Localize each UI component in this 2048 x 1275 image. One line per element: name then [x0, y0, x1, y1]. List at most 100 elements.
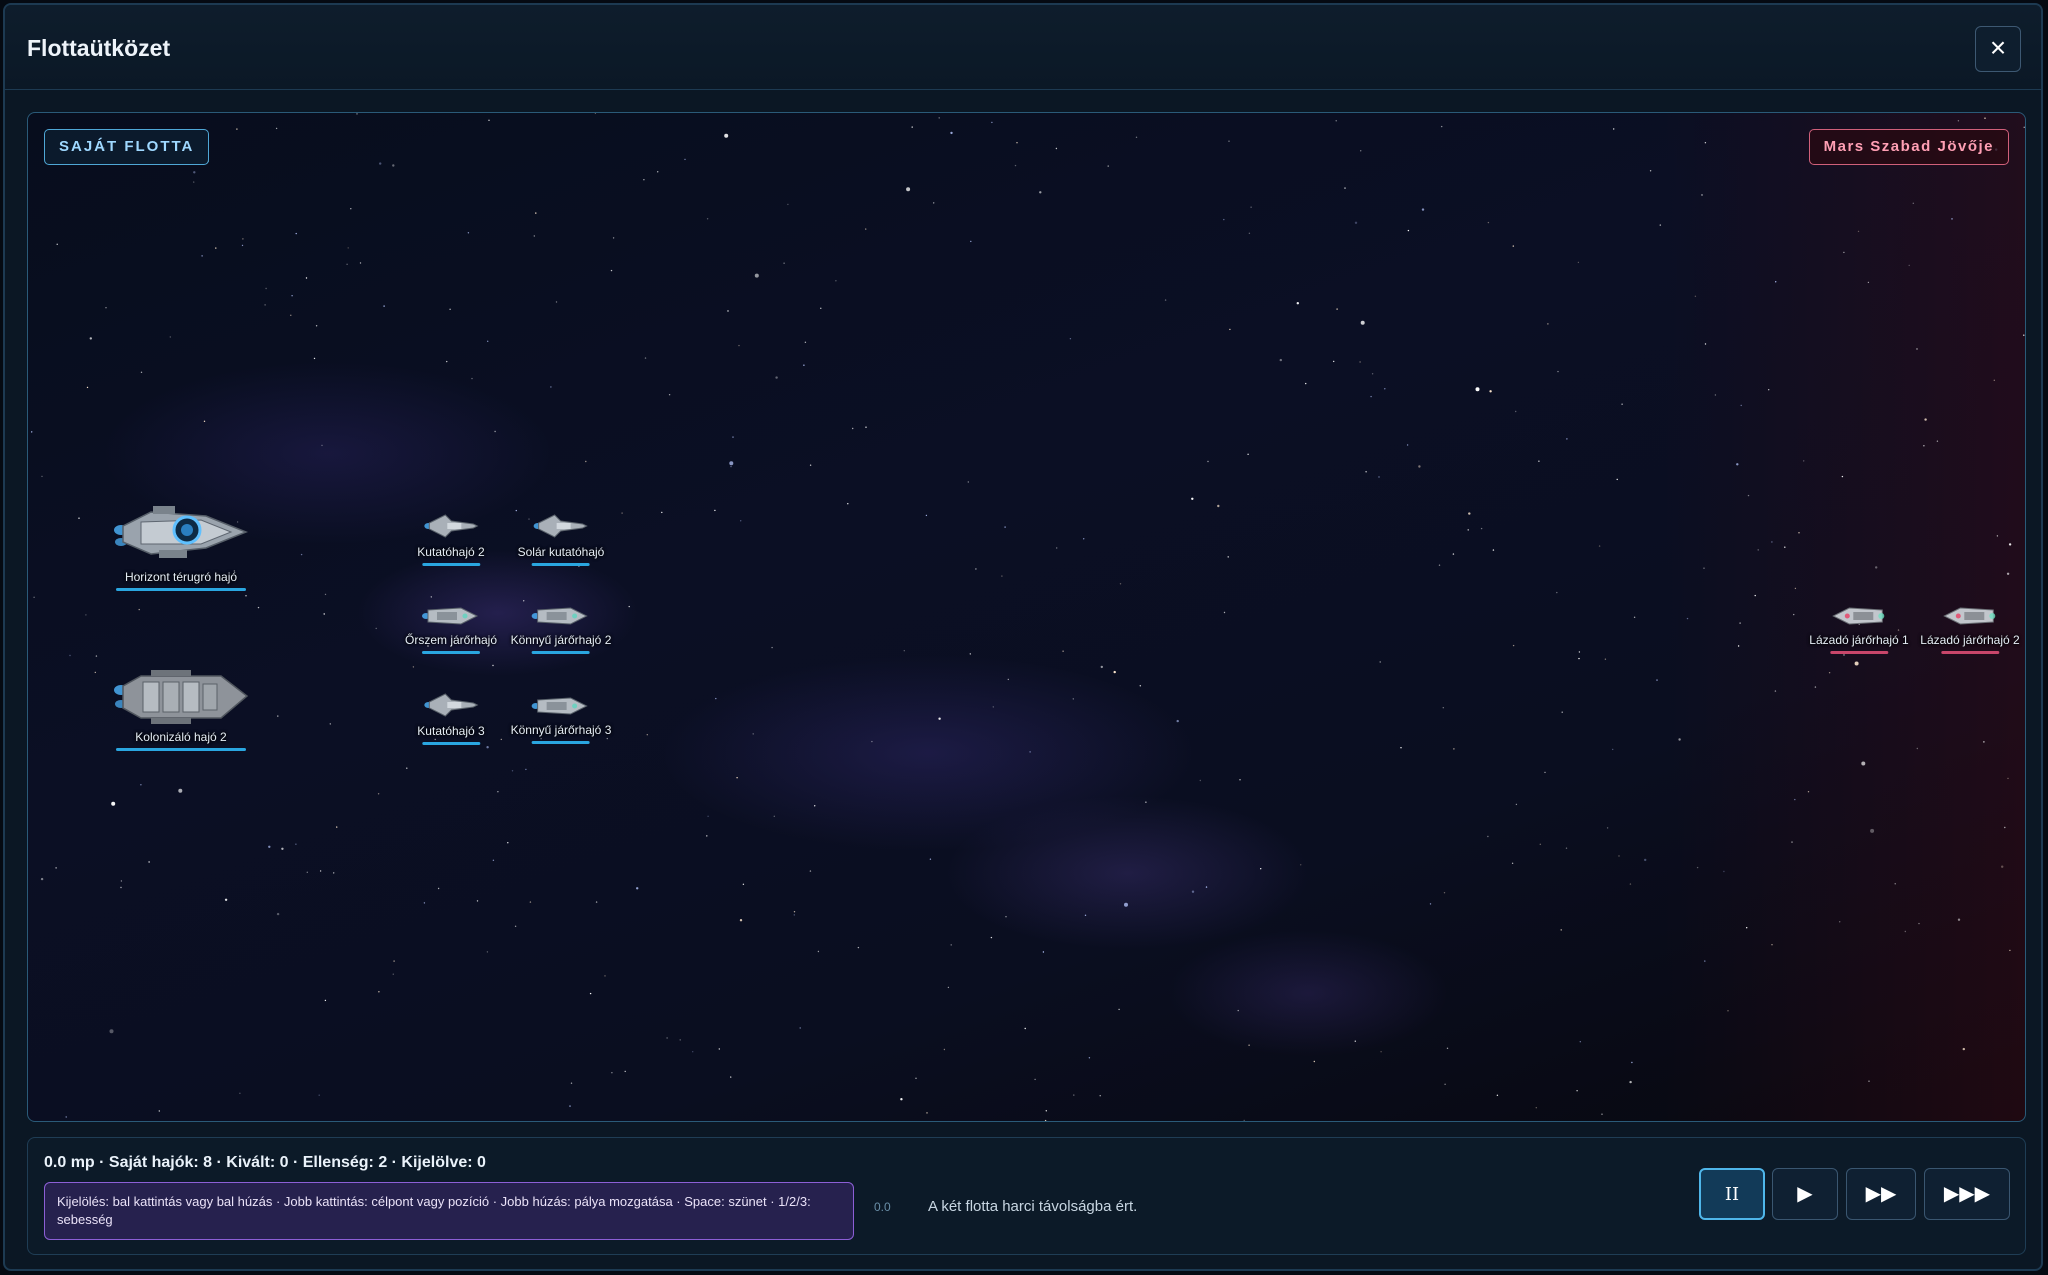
- ship-label: Horizont térugró hajó: [124, 570, 238, 584]
- star: [511, 770, 514, 772]
- starfield: [31, 113, 2025, 1121]
- star: [321, 444, 323, 447]
- star: [85, 614, 87, 616]
- star: [437, 887, 440, 890]
- star: [666, 1037, 668, 1039]
- star: [1441, 125, 1443, 128]
- star: [40, 877, 44, 881]
- ship-konnyu-jarorhajo-2[interactable]: Könnyű járőrhajó 2: [511, 601, 611, 654]
- star: [1480, 527, 1483, 530]
- star: [1993, 379, 1996, 381]
- fast-forward-button[interactable]: ▶▶: [1846, 1168, 1916, 1220]
- hp-bar: [116, 748, 246, 751]
- star: [900, 1098, 903, 1101]
- star: [1601, 1113, 1603, 1115]
- star: [1984, 117, 1986, 119]
- star: [378, 991, 380, 993]
- star: [1083, 538, 1085, 540]
- star: [925, 514, 928, 517]
- star: [624, 1070, 626, 1073]
- play-button[interactable]: ▶: [1772, 1168, 1838, 1220]
- ship-kolonizalo[interactable]: Kolonizáló hajó 2: [111, 666, 251, 751]
- star: [820, 307, 822, 309]
- star: [1737, 645, 1740, 647]
- star: [1686, 617, 1689, 620]
- star: [1843, 251, 1845, 254]
- star: [1406, 444, 1409, 446]
- star: [644, 357, 647, 359]
- star: [736, 777, 738, 779]
- scout-icon: [423, 514, 479, 538]
- ship-label: Solár kutatóhajó: [517, 545, 605, 559]
- star: [1475, 387, 1480, 392]
- star: [535, 212, 537, 214]
- star: [595, 901, 598, 903]
- star: [1794, 798, 1796, 801]
- star: [724, 133, 729, 138]
- ship-solar-kutatohajo[interactable]: Solár kutatóhajó: [517, 509, 605, 566]
- star: [313, 357, 316, 360]
- star: [1452, 553, 1455, 555]
- star: [1229, 328, 1231, 331]
- star: [1248, 232, 1251, 234]
- star: [257, 606, 260, 609]
- star: [492, 664, 494, 667]
- ship-orszem-jarorhajo[interactable]: Őrszem járőrhajó: [405, 601, 497, 654]
- star: [1539, 843, 1542, 845]
- star: [1704, 960, 1706, 962]
- star: [1384, 388, 1386, 390]
- ship-lazado-jarorhajo-1[interactable]: Lázadó járőrhajó 1: [1809, 601, 1909, 654]
- ship-konnyu-jarorhajo-3[interactable]: Könnyű járőrhajó 3: [510, 691, 612, 744]
- enemy-patrol-ship-icon: [1942, 607, 1995, 625]
- ship-label: Könnyű járőrhajó 3: [510, 723, 612, 737]
- star: [1191, 497, 1194, 500]
- star: [1084, 914, 1087, 916]
- ship-kutatohajo-2[interactable]: Kutatóhajó 2: [417, 509, 485, 566]
- star: [487, 340, 489, 342]
- star: [359, 262, 362, 264]
- star: [1305, 382, 1307, 385]
- fastest-forward-button[interactable]: ▶▶▶: [1924, 1168, 2010, 1220]
- star: [1843, 654, 1845, 656]
- hp-bar: [1941, 651, 1999, 654]
- hp-bar: [1830, 651, 1888, 654]
- star: [215, 247, 217, 249]
- star: [406, 767, 408, 769]
- star: [950, 131, 953, 135]
- star: [295, 232, 297, 235]
- ship-horizont[interactable]: Horizont térugró hajó: [111, 498, 251, 591]
- ship-label: Kutatóhajó 3: [417, 724, 485, 738]
- enemy-fleet-label: Mars Szabad Jövője: [1808, 129, 2009, 165]
- star: [1118, 1008, 1120, 1011]
- star: [300, 553, 303, 556]
- star: [742, 883, 745, 885]
- star: [1612, 748, 1614, 751]
- star: [740, 520, 742, 522]
- star: [120, 880, 123, 882]
- star: [412, 666, 415, 668]
- star: [803, 364, 805, 366]
- star: [1145, 801, 1147, 803]
- star: [1024, 1027, 1026, 1030]
- star: [1916, 747, 1919, 750]
- star: [193, 181, 195, 183]
- pause-button[interactable]: II: [1699, 1168, 1765, 1220]
- star: [771, 646, 773, 649]
- play-icon: ▶: [1797, 1183, 1813, 1205]
- star: [1803, 460, 1805, 462]
- star: [1492, 549, 1495, 551]
- star: [514, 925, 517, 927]
- battlefield[interactable]: SAJÁT FLOTTA Mars Szabad Jövője Horizont…: [27, 112, 2026, 1122]
- star: [169, 336, 171, 338]
- ship-lazado-jarorhajo-2[interactable]: Lázadó járőrhajó 2: [1920, 601, 2020, 654]
- star: [1016, 142, 1018, 144]
- star: [264, 304, 266, 306]
- star: [494, 430, 496, 433]
- ship-kutatohajo-3[interactable]: Kutatóhajó 3: [417, 688, 485, 745]
- star: [668, 394, 671, 396]
- star: [1701, 194, 1703, 196]
- star: [1723, 870, 1725, 873]
- star: [430, 596, 432, 598]
- close-button[interactable]: ×: [1975, 26, 2021, 72]
- modal-header: Flottaütközet ×: [5, 5, 2041, 90]
